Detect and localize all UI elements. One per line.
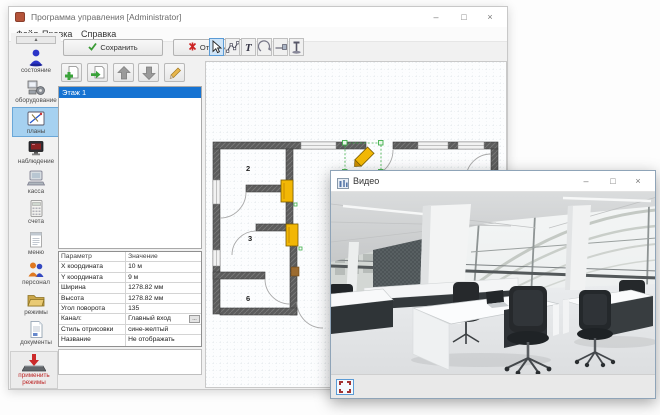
move-down-button[interactable] bbox=[138, 63, 159, 82]
property-row-x: X координата 10 м bbox=[59, 262, 201, 272]
properties-footer-panel bbox=[58, 349, 202, 375]
sidebar-item-scheta[interactable]: счета bbox=[12, 198, 60, 228]
floors-list[interactable]: Этаж 1 bbox=[58, 86, 202, 249]
door-tool-button[interactable] bbox=[273, 38, 288, 56]
rotate-tool-button[interactable] bbox=[257, 38, 272, 56]
sidebar-item-label: меню bbox=[12, 249, 60, 256]
desk-left bbox=[331, 289, 393, 334]
people-icon bbox=[12, 260, 60, 279]
sidebar-item-nablyudenie[interactable]: наблюдение bbox=[12, 138, 60, 168]
sidebar-item-oborudovanie[interactable]: оборудование bbox=[12, 77, 60, 107]
plans-icon bbox=[13, 109, 59, 128]
sidebar-item-dokumenty[interactable]: документы bbox=[12, 319, 60, 349]
menu-help[interactable]: Справка bbox=[81, 29, 116, 39]
sidebar-item-label: режимы bbox=[12, 309, 60, 316]
notepad-icon bbox=[12, 230, 60, 249]
property-row-height: Высота 1278.82 мм bbox=[59, 294, 201, 304]
sidebar-item-plany[interactable]: планы bbox=[12, 107, 60, 137]
sidebar-item-label: оборудование bbox=[12, 97, 60, 104]
minimize-button[interactable]: – bbox=[423, 7, 449, 27]
desktop: Программа управления [Administrator] – □… bbox=[0, 0, 660, 415]
folder-icon bbox=[12, 290, 60, 309]
main-titlebar[interactable]: Программа управления [Administrator] – □… bbox=[9, 7, 507, 27]
reader-marker[interactable] bbox=[291, 267, 299, 276]
sidebar-item-menyu[interactable]: меню bbox=[12, 229, 60, 259]
apply-modes-button[interactable]: применить режимы bbox=[10, 351, 58, 389]
sidebar: ▴ состояние оборудование планы наблюдени… bbox=[11, 33, 61, 389]
property-row-width: Ширина 1278.82 мм bbox=[59, 283, 201, 293]
app-icon bbox=[15, 12, 25, 22]
add-floor-button[interactable] bbox=[61, 63, 82, 82]
floor-list-item[interactable]: Этаж 1 bbox=[59, 87, 201, 98]
save-label: Сохранить bbox=[100, 43, 137, 52]
person-icon bbox=[12, 48, 60, 67]
document-icon bbox=[12, 320, 60, 339]
video-statusbar bbox=[331, 374, 655, 398]
window-title: Программа управления [Administrator] bbox=[31, 12, 181, 22]
select-tool-button[interactable] bbox=[209, 38, 224, 56]
video-window: Видео – □ × bbox=[330, 170, 656, 399]
save-button[interactable]: Сохранить bbox=[63, 39, 163, 56]
sidebar-item-label: касса bbox=[12, 188, 60, 195]
polyline-tool-button[interactable] bbox=[225, 38, 240, 56]
property-row-channel: Канал: Главный вход ... bbox=[59, 314, 201, 324]
cash-register-icon bbox=[12, 169, 60, 188]
text-tool-button[interactable]: T bbox=[241, 38, 256, 56]
sidebar-item-label: персонал bbox=[12, 279, 60, 286]
turnstile-tool-button[interactable] bbox=[289, 38, 304, 56]
sidebar-item-sostoyanie[interactable]: состояние bbox=[12, 47, 60, 77]
sidebar-item-label: счета bbox=[12, 218, 60, 225]
monitor-icon bbox=[12, 139, 60, 158]
video-minimize-button[interactable]: – bbox=[573, 171, 599, 192]
calculator-icon bbox=[12, 199, 60, 218]
sidebar-item-rezhimy[interactable]: режимы bbox=[12, 289, 60, 319]
room-label-3: 3 bbox=[248, 234, 252, 243]
sidebar-item-kassa[interactable]: касса bbox=[12, 168, 60, 198]
video-window-title: Видео bbox=[353, 176, 379, 186]
header-value: Значение bbox=[126, 252, 201, 261]
sidebar-item-label: наблюдение bbox=[12, 158, 60, 165]
header-parameter: Параметр bbox=[59, 252, 126, 261]
apply-modes-label-2: режимы bbox=[11, 379, 57, 386]
channel-browse-button[interactable]: ... bbox=[189, 315, 200, 323]
properties-header-row: Параметр Значение bbox=[59, 252, 201, 262]
text-tool-glyph: T bbox=[245, 42, 253, 54]
move-up-button[interactable] bbox=[113, 63, 134, 82]
property-row-title: Название Не отображать bbox=[59, 335, 201, 345]
room-label-6: 6 bbox=[246, 294, 250, 303]
close-button[interactable]: × bbox=[477, 7, 503, 27]
sidebar-item-label: документы bbox=[12, 339, 60, 346]
properties-table: Параметр Значение X координата 10 м Y ко… bbox=[58, 251, 202, 347]
fullscreen-icon bbox=[339, 381, 351, 393]
sidebar-item-personal[interactable]: персонал bbox=[12, 259, 60, 289]
equipment-icon bbox=[12, 78, 60, 97]
office-camera-view bbox=[331, 192, 655, 375]
video-maximize-button[interactable]: □ bbox=[600, 171, 626, 192]
maximize-button[interactable]: □ bbox=[451, 7, 477, 27]
rename-floor-button[interactable] bbox=[164, 63, 185, 82]
import-floor-button[interactable] bbox=[87, 63, 108, 82]
sidebar-scroll-up-button[interactable]: ▴ bbox=[16, 36, 56, 44]
video-frame bbox=[331, 192, 655, 375]
video-titlebar[interactable]: Видео – □ × bbox=[331, 171, 655, 192]
room-label-2: 2 bbox=[246, 164, 250, 173]
sidebar-item-label: состояние bbox=[12, 67, 60, 74]
apply-modes-icon bbox=[11, 353, 57, 372]
sidebar-item-label: планы bbox=[13, 128, 59, 135]
property-row-y: Y координата 9 м bbox=[59, 273, 201, 283]
apply-modes-label-1: применить bbox=[11, 372, 57, 379]
property-row-angle: Угол поворота 135 bbox=[59, 304, 201, 314]
fullscreen-button[interactable] bbox=[336, 379, 354, 395]
video-close-button[interactable]: × bbox=[625, 171, 651, 192]
property-row-style: Стиль отрисовки сине-желтый bbox=[59, 325, 201, 335]
